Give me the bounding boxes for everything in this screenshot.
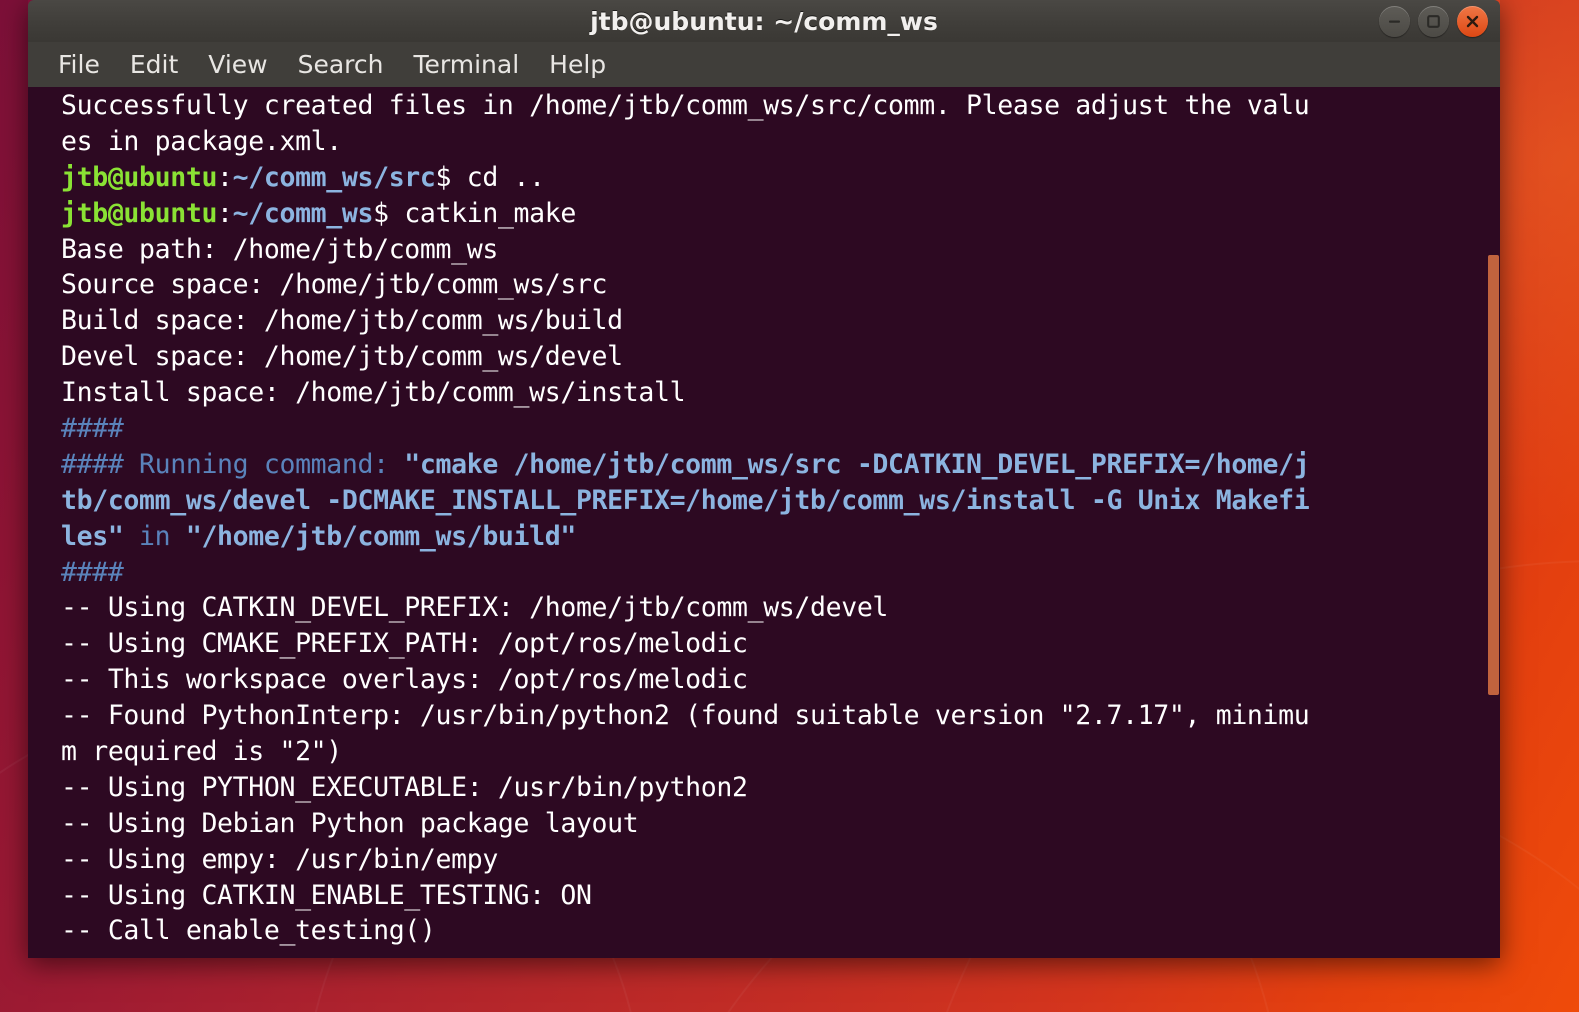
terminal-line: m required is "2") [61, 734, 1500, 770]
terminal-line: -- Using Debian Python package layout [61, 806, 1500, 842]
terminal-line: -- Call enable_testing() [61, 913, 1500, 949]
terminal-span: -- This workspace overlays: /opt/ros/mel… [61, 664, 748, 696]
terminal-line: -- Using CMAKE_PREFIX_PATH: /opt/ros/mel… [61, 626, 1500, 662]
menu-item-help[interactable]: Help [549, 52, 606, 77]
terminal-line: jtb@ubuntu:~/comm_ws$ catkin_make [61, 196, 1500, 232]
terminal-span: les" [61, 520, 124, 552]
terminal-span: Install space: /home/jtb/comm_ws/install [61, 377, 686, 409]
terminal-span: es in package.xml. [61, 125, 342, 157]
terminal-span: Source space: /home/jtb/comm_ws/src [61, 269, 608, 301]
terminal-output-area[interactable]: Successfully created files in /home/jtb/… [28, 87, 1500, 958]
terminal-span: jtb@ubuntu [61, 161, 218, 193]
terminal-span: #### [61, 413, 124, 445]
terminal-span: tb/comm_ws/devel -DCMAKE_INSTALL_PREFIX=… [61, 484, 1310, 516]
terminal-span: -- Using PYTHON_EXECUTABLE: /usr/bin/pyt… [61, 771, 748, 803]
terminal-span: Base path: /home/jtb/comm_ws [61, 233, 498, 265]
menu-item-terminal[interactable]: Terminal [413, 52, 519, 77]
terminal-span: "/home/jtb/comm_ws/build" [185, 520, 576, 552]
terminal-line: #### Running command: "cmake /home/jtb/c… [61, 447, 1500, 483]
terminal-span: : [217, 161, 233, 193]
terminal-line: #### [61, 411, 1500, 447]
terminal-line: Build space: /home/jtb/comm_ws/build [61, 303, 1500, 339]
terminal-scrollbar[interactable] [1487, 87, 1500, 958]
terminal-line: es in package.xml. [61, 124, 1500, 160]
window-titlebar[interactable]: jtb@ubuntu: ~/comm_ws [28, 0, 1500, 42]
terminal-line: les" in "/home/jtb/comm_ws/build" [61, 519, 1500, 555]
terminal-line: -- Using CATKIN_ENABLE_TESTING: ON [61, 878, 1500, 914]
terminal-line: -- This workspace overlays: /opt/ros/mel… [61, 662, 1500, 698]
terminal-span: ~/comm_ws [232, 197, 374, 229]
terminal-span: Build space: /home/jtb/comm_ws/build [61, 305, 623, 337]
terminal-span: in [123, 520, 186, 552]
terminal-span: Successfully created files in /home/jtb/… [61, 90, 1310, 121]
terminal-line: Install space: /home/jtb/comm_ws/install [61, 375, 1500, 411]
terminal-span: -- Using empy: /usr/bin/empy [61, 843, 498, 875]
minimize-button[interactable] [1379, 5, 1410, 37]
menu-bar: File Edit View Search Terminal Help [28, 42, 1500, 87]
terminal-span: -- Using CMAKE_PREFIX_PATH: /opt/ros/mel… [61, 628, 748, 660]
terminal-span: $ catkin_make [373, 197, 576, 229]
terminal-span: -- Using CATKIN_DEVEL_PREFIX: /home/jtb/… [61, 592, 889, 624]
terminal-span: -- Using CATKIN_ENABLE_TESTING: ON [61, 879, 592, 911]
terminal-line: Source space: /home/jtb/comm_ws/src [61, 267, 1500, 303]
terminal-span: ~/comm_ws/src [232, 161, 436, 193]
menu-item-file[interactable]: File [58, 52, 100, 77]
menu-item-edit[interactable]: Edit [130, 52, 178, 77]
terminal-text: Successfully created files in /home/jtb/… [61, 88, 1500, 949]
terminal-line: Successfully created files in /home/jtb/… [61, 88, 1500, 124]
terminal-span: -- Using Debian Python package layout [61, 807, 639, 839]
terminal-line: tb/comm_ws/devel -DCMAKE_INSTALL_PREFIX=… [61, 483, 1500, 519]
terminal-window: jtb@ubuntu: ~/comm_ws File Edit View Sea… [28, 0, 1500, 958]
terminal-span: #### [61, 556, 124, 588]
terminal-line: #### [61, 555, 1500, 591]
terminal-span: m required is "2") [61, 736, 342, 768]
menu-item-view[interactable]: View [208, 52, 267, 77]
terminal-line: jtb@ubuntu:~/comm_ws/src$ cd .. [61, 160, 1500, 196]
window-controls [1379, 0, 1488, 42]
terminal-line: Devel space: /home/jtb/comm_ws/devel [61, 339, 1500, 375]
terminal-span: Devel space: /home/jtb/comm_ws/devel [61, 341, 623, 373]
close-button[interactable] [1457, 5, 1488, 37]
maximize-button[interactable] [1418, 5, 1449, 37]
terminal-span: "cmake /home/jtb/comm_ws/src -DCATKIN_DE… [404, 448, 1310, 480]
terminal-span: : [217, 197, 233, 229]
terminal-span: jtb@ubuntu [61, 197, 218, 229]
terminal-line: -- Using empy: /usr/bin/empy [61, 842, 1500, 878]
terminal-span: -- Found PythonInterp: /usr/bin/python2 … [61, 700, 1310, 732]
terminal-line: -- Using CATKIN_DEVEL_PREFIX: /home/jtb/… [61, 590, 1500, 626]
menu-item-search[interactable]: Search [298, 52, 384, 77]
terminal-span: $ cd .. [435, 161, 546, 193]
terminal-line: Base path: /home/jtb/comm_ws [61, 232, 1500, 268]
terminal-span: -- Call enable_testing() [61, 915, 436, 947]
terminal-span: #### Running command: [61, 448, 405, 480]
terminal-line: -- Using PYTHON_EXECUTABLE: /usr/bin/pyt… [61, 770, 1500, 806]
terminal-line: -- Found PythonInterp: /usr/bin/python2 … [61, 698, 1500, 734]
window-title: jtb@ubuntu: ~/comm_ws [590, 6, 938, 36]
terminal-scrollbar-thumb[interactable] [1488, 255, 1499, 695]
